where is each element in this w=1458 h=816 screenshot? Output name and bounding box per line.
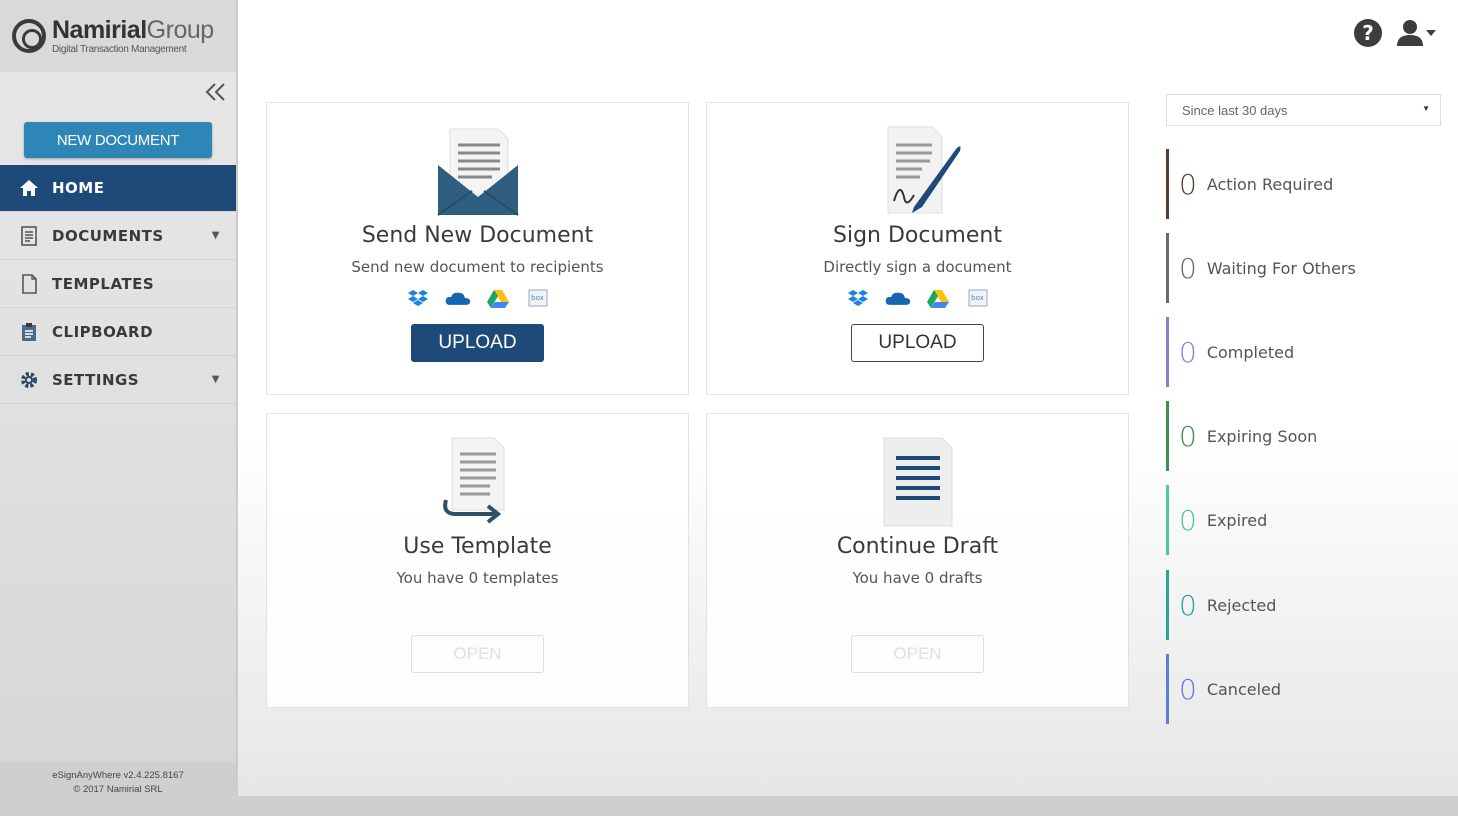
box-label: box [531,294,544,302]
sidebar-item-documents[interactable]: DOCUMENTS ▼ [0,212,236,260]
stat-count: 0 [1179,503,1197,537]
upload-sign-button[interactable]: UPLOAD [851,324,984,362]
stat-count: 0 [1179,672,1197,706]
sidebar-item-label: CLIPBOARD [52,322,154,341]
header-actions: ? [1354,18,1438,48]
new-document-button[interactable]: NEW DOCUMENT [24,122,212,158]
gear-icon [18,370,40,390]
version-text: eSignAnyWhere v2.4.225.8167 [52,770,184,781]
send-document-card: Send New Document Send new document to r… [266,102,689,395]
home-icon [18,179,40,197]
stat-count: 0 [1179,588,1197,622]
draft-document-icon [707,436,1128,528]
stat-label: Waiting For Others [1206,258,1356,278]
card-subtitle: You have 0 drafts [852,569,983,587]
documents-icon [18,225,40,246]
box-label: box [971,294,984,302]
cloud-services: box [707,287,1128,309]
logo[interactable]: NamirialGroup Digital Transaction Manage… [0,0,236,72]
stat-count: 0 [1179,167,1197,201]
open-template-button[interactable]: OPEN [411,635,544,673]
sidebar-item-label: SETTINGS [52,370,140,389]
chevron-down-icon: ▼ [1422,104,1430,113]
onedrive-icon[interactable] [885,288,911,308]
stat-expired[interactable]: 0 Expired [1166,485,1436,555]
stat-count: 0 [1179,419,1197,453]
sidebar-item-settings[interactable]: SETTINGS ▼ [0,356,236,404]
envelope-document-icon [267,125,688,217]
sidebar: NamirialGroup Digital Transaction Manage… [0,0,237,796]
box-icon[interactable]: box [965,288,991,308]
clipboard-icon [18,322,40,342]
sidebar-item-home[interactable]: HOME [0,165,236,212]
templates-icon [18,273,40,294]
stat-count: 0 [1179,251,1197,285]
brand-name-bold: Namirial [52,15,147,44]
chevron-down-icon: ▼ [211,374,220,385]
sign-pen-icon [707,125,1128,217]
continue-draft-card: Continue Draft You have 0 drafts OPEN [706,413,1129,708]
card-title: Continue Draft [836,534,999,559]
stat-label: Action Required [1206,174,1334,194]
date-range-select[interactable]: Since last 30 days ▼ [1166,94,1441,126]
sidebar-item-templates[interactable]: TEMPLATES [0,260,236,308]
open-draft-button[interactable]: OPEN [851,635,984,673]
stat-count: 0 [1179,335,1197,369]
use-template-card: Use Template You have 0 templates OPEN [266,413,689,708]
help-icon[interactable]: ? [1354,19,1382,47]
brand-name-light: Group [146,15,214,44]
collapse-sidebar-icon[interactable] [204,80,228,104]
stat-label: Canceled [1206,679,1282,699]
card-title: Send New Document [361,223,594,248]
stat-completed[interactable]: 0 Completed [1166,317,1436,387]
date-range-value: Since last 30 days [1182,103,1288,118]
onedrive-icon[interactable] [445,288,471,308]
sidebar-item-label: TEMPLATES [52,274,155,293]
card-title: Use Template [403,534,552,559]
sidebar-item-label: DOCUMENTS [52,226,164,245]
card-subtitle: Send new document to recipients [351,258,604,276]
dropbox-icon[interactable] [845,288,871,308]
stat-label: Expired [1206,510,1268,530]
stat-expiring-soon[interactable]: 0 Expiring Soon [1166,401,1436,471]
user-menu-icon[interactable] [1396,18,1438,48]
card-title: Sign Document [833,223,1002,248]
stat-label: Rejected [1206,595,1277,615]
stat-waiting-for-others[interactable]: 0 Waiting For Others [1166,233,1436,303]
bottom-scrollbar[interactable] [0,796,1458,816]
brand-tagline: Digital Transaction Management [52,43,187,55]
chevron-down-icon: ▼ [211,230,220,241]
card-subtitle: Directly sign a document [823,258,1012,276]
template-icon [267,436,688,528]
google-drive-icon[interactable] [925,288,951,308]
stat-label: Expiring Soon [1206,426,1318,446]
upload-send-button[interactable]: UPLOAD [411,324,544,362]
box-icon[interactable]: box [525,288,551,308]
stat-action-required[interactable]: 0 Action Required [1166,149,1436,219]
main-content: ? Send New Document Send new document to… [238,0,1458,796]
cloud-services: box [267,287,688,309]
copyright-text: © 2017 Namirial SRL [73,784,163,795]
stat-canceled[interactable]: 0 Canceled [1166,654,1436,724]
card-subtitle: You have 0 templates [396,569,559,587]
version-info: eSignAnyWhere v2.4.225.8167 © 2017 Namir… [0,762,236,796]
dropbox-icon[interactable] [405,288,431,308]
sidebar-nav: HOME DOCUMENTS ▼ TEMPLATES CLIPBOARD SET… [0,165,236,404]
sidebar-item-clipboard[interactable]: CLIPBOARD [0,308,236,356]
namirial-logo-icon [12,19,46,53]
sign-document-card: Sign Document Directly sign a document b… [706,102,1129,395]
stat-rejected[interactable]: 0 Rejected [1166,570,1436,640]
stat-label: Completed [1206,342,1295,362]
sidebar-item-label: HOME [52,179,105,197]
google-drive-icon[interactable] [485,288,511,308]
